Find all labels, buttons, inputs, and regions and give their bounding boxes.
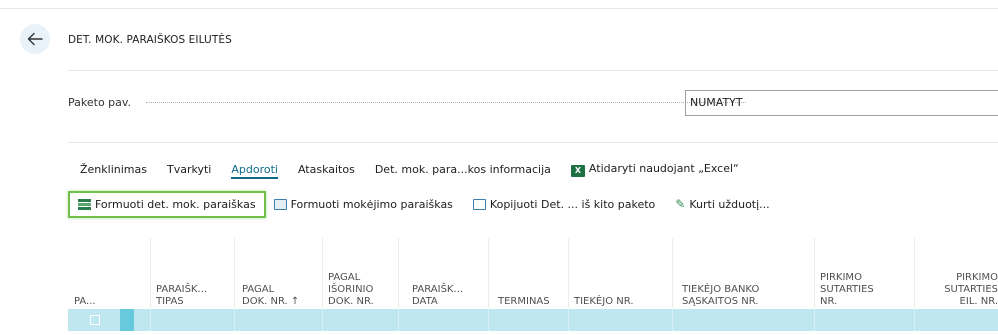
tab-ataskaitos[interactable]: Ataskaitos bbox=[298, 163, 355, 176]
tab-tvarkyti[interactable]: Tvarkyti bbox=[167, 163, 211, 176]
column-separator bbox=[914, 238, 915, 308]
tab-det-mok-informacija[interactable]: Det. mok. para...kos informacija bbox=[375, 163, 551, 176]
column-header-line: TERMINAS bbox=[498, 296, 550, 307]
column-header-line: DOK. NR. bbox=[328, 296, 374, 307]
row-cell-separator bbox=[234, 309, 235, 331]
column-separator bbox=[234, 238, 235, 308]
row-cell-separator bbox=[322, 309, 323, 331]
tab-apdoroti[interactable]: Apdoroti bbox=[231, 163, 278, 179]
column-header-external-doc-no[interactable]: PAGAL IŠORINIO DOK. NR. bbox=[328, 272, 374, 308]
column-header-line: SĄSKAITOS NR. bbox=[682, 296, 759, 307]
grid-green-icon bbox=[78, 198, 91, 210]
column-header-line: IŠORINIO bbox=[328, 284, 374, 295]
tab-open-in-excel[interactable]: X Atidaryti naudojant „Excel“ bbox=[570, 161, 739, 177]
create-payment-orders-label: Formuoti mokėjimo paraiškas bbox=[290, 197, 453, 211]
column-separator bbox=[322, 238, 323, 308]
create-task-label: Kurti užduotį... bbox=[689, 197, 770, 211]
column-header-line: PARAIŠK... bbox=[156, 284, 208, 295]
create-payment-requests-button[interactable]: Formuoti det. mok. paraiškas bbox=[68, 190, 266, 218]
create-task-button[interactable]: ✎ Kurti užduotį... bbox=[675, 198, 769, 211]
create-payment-orders-button[interactable]: Formuoti mokėjimo paraiškas bbox=[273, 197, 453, 211]
row-cell-separator bbox=[568, 309, 569, 331]
column-header-line: EIL. NR. bbox=[959, 296, 998, 307]
row-cell-separator bbox=[398, 309, 399, 331]
column-separator bbox=[672, 238, 673, 308]
grid-header: PA... PARAIŠK... TIPAS PAGAL DOK. NR. ↑ … bbox=[68, 238, 998, 308]
back-button[interactable] bbox=[20, 24, 50, 54]
field-divider bbox=[68, 142, 998, 143]
column-header-line: PIRKIMO bbox=[820, 272, 862, 283]
tab-zenklinimas[interactable]: Ženklinimas bbox=[80, 163, 147, 176]
column-header-line: PIRKIMO bbox=[956, 272, 998, 283]
table-row[interactable] bbox=[68, 309, 998, 331]
column-header-line: TIEKĖJO BANKO bbox=[682, 284, 760, 295]
arrow-left-icon bbox=[27, 32, 43, 46]
column-header-purchase-contract-line-no[interactable]: PIRKIMO SUTARTIES EIL. NR. bbox=[926, 272, 998, 308]
column-header-line: PAGAL bbox=[328, 272, 361, 283]
column-header-line: NR. bbox=[820, 296, 838, 307]
row-cell-separator bbox=[672, 309, 673, 331]
wrench-icon: ✎ bbox=[675, 196, 686, 211]
column-header-line: PAGAL bbox=[242, 284, 275, 295]
column-header-line: PA... bbox=[74, 296, 96, 307]
tab-open-in-excel-label: Atidaryti naudojant „Excel“ bbox=[588, 161, 739, 175]
column-header-line: TIPAS bbox=[156, 296, 184, 307]
column-header-vendor-no[interactable]: TIEKĖJO NR. bbox=[574, 296, 634, 308]
excel-icon: X bbox=[570, 164, 585, 177]
header-divider bbox=[68, 70, 998, 71]
copy-icon bbox=[472, 198, 486, 210]
column-separator bbox=[398, 238, 399, 308]
column-separator bbox=[814, 238, 815, 308]
column-separator bbox=[568, 238, 569, 308]
column-separator bbox=[150, 238, 151, 308]
action-tabs: Ženklinimas Tvarkyti Apdoroti Ataskaitos… bbox=[80, 160, 759, 179]
column-header-line: SUTARTIES bbox=[820, 284, 874, 295]
column-header-doc-no[interactable]: PAGAL DOK. NR. ↑ bbox=[242, 284, 299, 308]
row-select-checkbox[interactable] bbox=[90, 315, 100, 325]
action-bar: Formuoti det. mok. paraiškas Formuoti mo… bbox=[68, 190, 790, 218]
column-separator bbox=[488, 238, 489, 308]
column-header-line: SUTARTIES bbox=[944, 284, 998, 295]
column-header-term[interactable]: TERMINAS bbox=[498, 296, 550, 308]
column-header-purchase-contract-no[interactable]: PIRKIMO SUTARTIES NR. bbox=[820, 272, 874, 308]
row-cell-separator bbox=[150, 309, 151, 331]
column-header-line: DATA bbox=[412, 296, 438, 307]
column-header-request-type[interactable]: PARAIŠK... TIPAS bbox=[156, 284, 207, 308]
package-name-input[interactable]: NUMATYT bbox=[685, 90, 998, 116]
copy-from-package-label: Kopijuoti Det. ... iš kito paketo bbox=[489, 197, 656, 211]
package-name-label: Paketo pav. bbox=[68, 96, 132, 109]
column-header-request-date[interactable]: PARAIŠK... DATA bbox=[412, 284, 463, 308]
column-header-line: DOK. NR. ↑ bbox=[242, 296, 300, 307]
create-payment-requests-label: Formuoti det. mok. paraiškas bbox=[95, 197, 256, 211]
package-name-field-row: Paketo pav. NUMATYT bbox=[68, 90, 998, 116]
column-header-pa[interactable]: PA... bbox=[74, 296, 96, 308]
row-cell-separator bbox=[814, 309, 815, 331]
document-icon bbox=[273, 198, 287, 210]
column-header-line: PARAIŠK... bbox=[412, 284, 464, 295]
column-header-vendor-bank-account[interactable]: TIEKĖJO BANKO SĄSKAITOS NR. bbox=[682, 284, 759, 308]
copy-from-package-button[interactable]: Kopijuoti Det. ... iš kito paketo bbox=[472, 197, 656, 211]
row-active-marker bbox=[120, 309, 134, 331]
field-leader-dots bbox=[146, 102, 746, 103]
page-title: DET. MOK. PARAIŠKOS EILUTĖS bbox=[68, 34, 232, 46]
column-header-line: TIEKĖJO NR. bbox=[574, 296, 634, 307]
row-cell-separator bbox=[914, 309, 915, 331]
top-divider bbox=[0, 8, 998, 9]
row-cell-separator bbox=[488, 309, 489, 331]
